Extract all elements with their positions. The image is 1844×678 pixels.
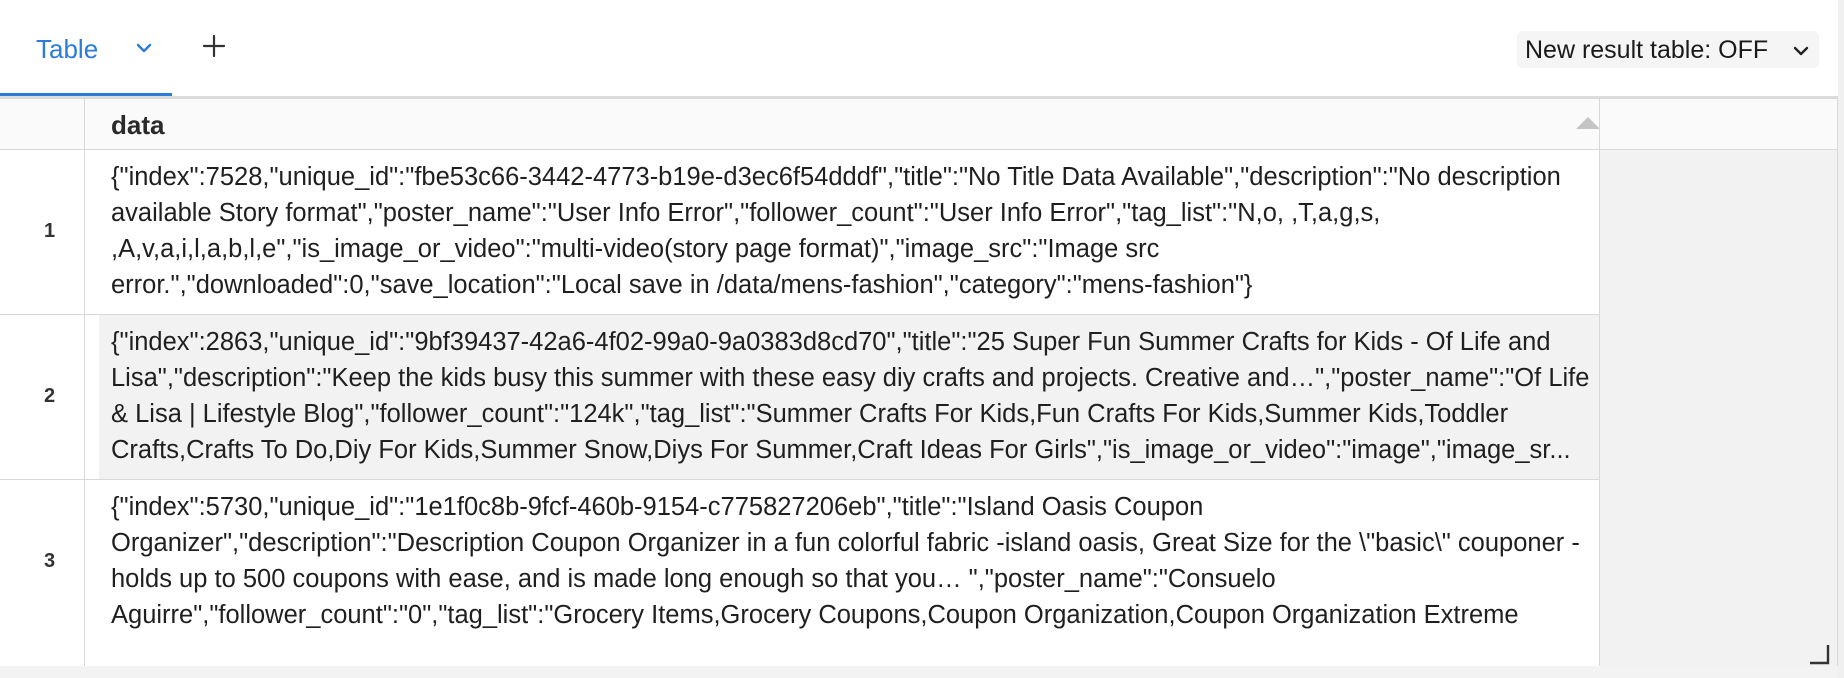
row-divider bbox=[0, 98, 1838, 99]
row-number-label: 3 bbox=[43, 550, 56, 572]
tab-table-label: Table bbox=[36, 34, 99, 64]
row-divider bbox=[0, 314, 1600, 315]
table-cell[interactable]: {"index":7528,"unique_id":"fbe53c66-3442… bbox=[99, 149, 1599, 314]
table-empty-area bbox=[1600, 149, 1838, 666]
column-divider bbox=[1599, 98, 1600, 666]
column-header-data[interactable]: data bbox=[99, 98, 1602, 149]
cell-text: {"index":7528,"unique_id":"fbe53c66-3442… bbox=[111, 163, 1568, 299]
add-tab-button[interactable] bbox=[200, 32, 228, 60]
top-toolbar: Table New result table: OFF bbox=[0, 0, 1844, 97]
new-result-table-toggle[interactable]: New result table: OFF bbox=[1517, 31, 1819, 68]
table-row[interactable]: 1 {"index":7528,"unique_id":"fbe53c66-34… bbox=[0, 149, 1600, 314]
sort-ascending-icon[interactable] bbox=[1574, 115, 1602, 131]
result-table: data 1 {"index":7528,"unique_id":"fbe53c… bbox=[0, 98, 1838, 666]
row-divider bbox=[0, 149, 1838, 150]
plus-icon bbox=[202, 34, 226, 58]
vertical-scrollbar[interactable] bbox=[1838, 0, 1844, 678]
cell-text: {"index":2863,"unique_id":"9bf39437-42a6… bbox=[111, 328, 1597, 464]
table-header-row: data bbox=[0, 98, 1838, 149]
new-result-table-label: New result table: OFF bbox=[1525, 36, 1769, 64]
chevron-down-icon bbox=[1793, 46, 1809, 56]
resize-handle-icon[interactable] bbox=[1808, 643, 1830, 665]
table-row[interactable]: 2 {"index":2863,"unique_id":"9bf39437-42… bbox=[0, 314, 1600, 479]
tab-table[interactable]: Table bbox=[0, 0, 172, 97]
table-cell[interactable]: {"index":2863,"unique_id":"9bf39437-42a6… bbox=[99, 314, 1599, 479]
column-header-label: data bbox=[111, 110, 165, 140]
horizontal-scrollbar[interactable] bbox=[0, 666, 1844, 678]
table-cell[interactable]: {"index":5730,"unique_id":"1e1f0c8b-9fcf… bbox=[99, 479, 1599, 666]
chevron-down-icon[interactable] bbox=[133, 37, 155, 59]
cell-text: {"index":5730,"unique_id":"1e1f0c8b-9fcf… bbox=[111, 493, 1587, 629]
table-row[interactable]: 3 {"index":5730,"unique_id":"1e1f0c8b-9f… bbox=[0, 479, 1600, 666]
column-divider bbox=[84, 98, 85, 666]
row-divider bbox=[0, 479, 1600, 480]
